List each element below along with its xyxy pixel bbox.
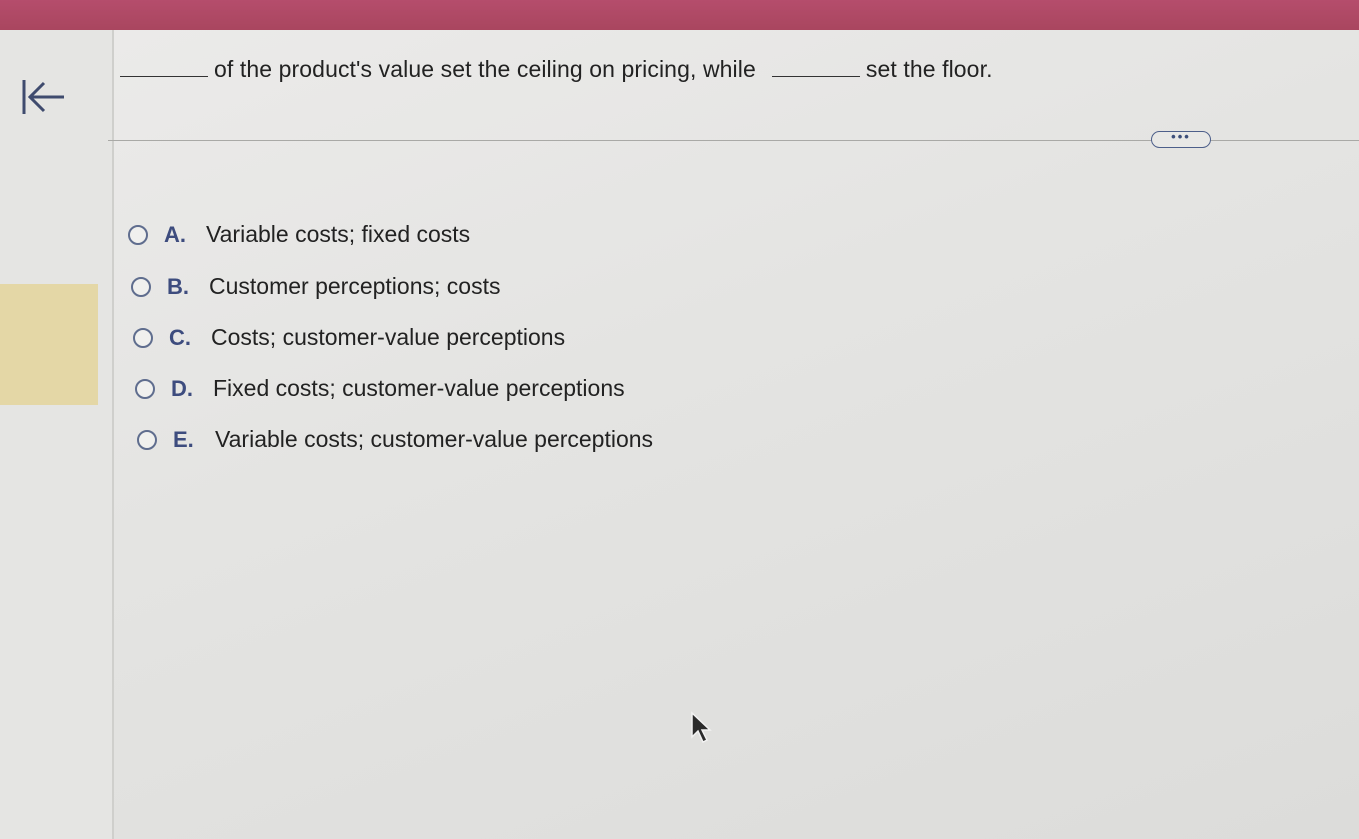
top-bar bbox=[0, 0, 1359, 30]
radio-button[interactable] bbox=[137, 429, 157, 450]
rail-highlight bbox=[0, 284, 98, 405]
option-d[interactable]: D. Fixed costs; customer-value perceptio… bbox=[135, 375, 625, 402]
option-text: Costs; customer-value perceptions bbox=[211, 324, 566, 350]
option-e[interactable]: E. Variable costs; customer-value percep… bbox=[137, 426, 653, 453]
answer-blank-1 bbox=[120, 58, 208, 77]
mouse-pointer-icon bbox=[691, 711, 712, 744]
ellipsis-icon: ••• bbox=[1171, 128, 1191, 144]
radio-button[interactable] bbox=[128, 224, 148, 245]
option-text: Variable costs; customer-value perceptio… bbox=[215, 426, 654, 452]
left-rail bbox=[0, 30, 114, 839]
option-b[interactable]: B. Customer perceptions; costs bbox=[131, 273, 500, 300]
answer-blank-2 bbox=[771, 58, 860, 77]
question-text: of the product's value set the ceiling o… bbox=[118, 56, 993, 83]
option-letter: C. bbox=[169, 324, 191, 350]
option-text: Customer perceptions; costs bbox=[209, 273, 501, 299]
page: of the product's value set the ceiling o… bbox=[0, 0, 1359, 839]
option-a[interactable]: A. Variable costs; fixed costs bbox=[128, 221, 470, 248]
option-letter: D. bbox=[171, 375, 193, 401]
more-options-button[interactable]: ••• bbox=[1151, 128, 1211, 148]
option-text: Variable costs; fixed costs bbox=[206, 221, 471, 247]
question-part-1: of the product's value set the ceiling o… bbox=[214, 56, 756, 82]
option-text: Fixed costs; customer-value perceptions bbox=[213, 375, 625, 401]
back-button[interactable] bbox=[16, 74, 68, 122]
option-letter: E. bbox=[173, 426, 194, 452]
question-part-2: set the floor. bbox=[865, 56, 993, 82]
radio-button[interactable] bbox=[133, 327, 153, 348]
option-c[interactable]: C. Costs; customer-value perceptions bbox=[133, 324, 565, 351]
back-to-start-icon bbox=[22, 80, 64, 114]
radio-button[interactable] bbox=[131, 276, 151, 297]
option-letter: A. bbox=[164, 221, 186, 247]
option-letter: B. bbox=[167, 273, 189, 299]
radio-button[interactable] bbox=[135, 378, 155, 399]
